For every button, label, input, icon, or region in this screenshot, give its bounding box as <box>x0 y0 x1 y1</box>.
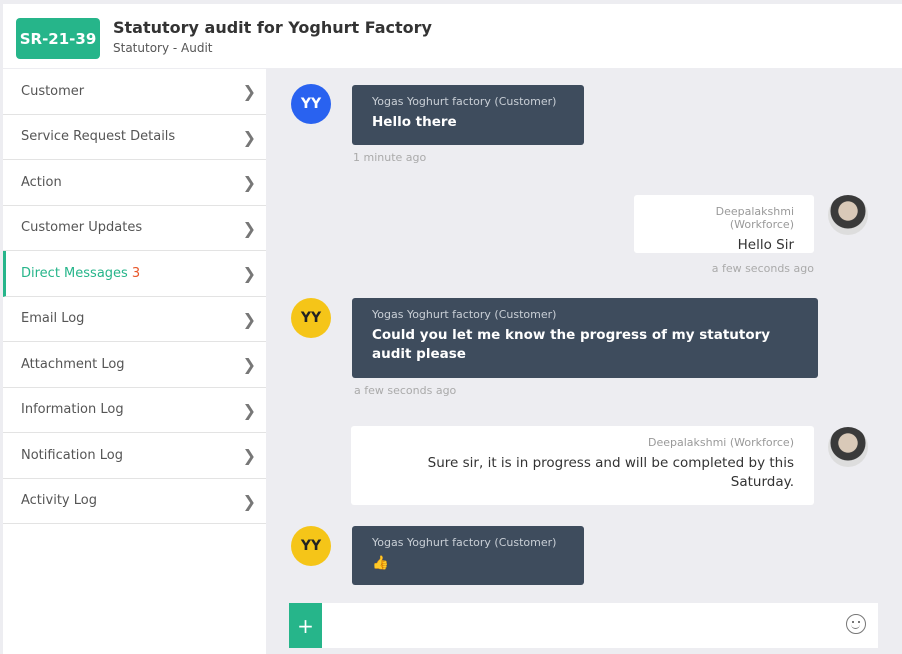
sidebar-item-service-request-details[interactable]: Service Request Details ❯ <box>3 115 266 160</box>
chevron-right-icon: ❯ <box>242 446 256 465</box>
message-bubble: Yogas Yoghurt factory (Customer) Hello t… <box>352 85 584 145</box>
message-bubble: Deepalakshmi (Workforce) Hello Sir <box>634 195 814 253</box>
add-attachment-button[interactable]: + <box>289 603 322 648</box>
sidebar-item-label: Attachment Log <box>21 356 125 372</box>
message-sender: Deepalakshmi (Workforce) <box>647 436 794 449</box>
sidebar-item-notification-log[interactable]: Notification Log ❯ <box>3 433 266 479</box>
message-bubble: Yogas Yoghurt factory (Customer) Could y… <box>352 298 818 378</box>
chevron-right-icon: ❯ <box>242 173 256 192</box>
sidebar-item-label: Direct Messages <box>21 265 128 281</box>
message-text: Hello there <box>372 114 457 130</box>
sidebar-item-label: Information Log <box>21 402 124 418</box>
avatar <box>828 195 868 235</box>
sidebar-item-information-log[interactable]: Information Log ❯ <box>3 388 266 433</box>
sidebar-item-action[interactable]: Action ❯ <box>3 160 266 206</box>
message-sender: Yogas Yoghurt factory (Customer) <box>372 95 557 108</box>
sidebar-item-label: Notification Log <box>21 447 123 463</box>
sidebar-item-attachment-log[interactable]: Attachment Log ❯ <box>3 342 266 388</box>
sidebar-item-label: Action <box>21 174 62 190</box>
sidebar-item-label: Email Log <box>21 311 85 327</box>
chevron-right-icon: ❯ <box>242 491 256 511</box>
message-time: a few seconds ago <box>354 384 457 397</box>
message-sender: Deepalakshmi (Workforce) <box>715 205 794 231</box>
chevron-right-icon: ❯ <box>242 309 256 329</box>
message-bubble: Deepalakshmi (Workforce) Sure sir, it is… <box>351 426 814 505</box>
message-sender: Yogas Yoghurt factory (Customer) <box>372 308 557 321</box>
sidebar-item-customer-updates[interactable]: Customer Updates ❯ <box>3 206 266 251</box>
message-text: Sure sir, it is in progress and will be … <box>427 455 794 490</box>
chevron-right-icon: ❯ <box>242 400 256 420</box>
message-sender: Yogas Yoghurt factory (Customer) <box>372 536 557 549</box>
message-time: a few seconds ago <box>711 262 814 275</box>
sidebar-item-label: Customer <box>21 83 85 99</box>
page-subtitle: Statutory - Audit <box>113 41 213 55</box>
chevron-right-icon: ❯ <box>242 127 256 147</box>
sidebar-item-label: Service Request Details <box>21 129 176 145</box>
message-text: 👍 <box>372 555 389 571</box>
smiley-icon[interactable] <box>846 614 866 634</box>
sidebar-item-label: Activity Log <box>21 493 97 509</box>
sidebar: Customer ❯ Service Request Details ❯ Actio… <box>3 69 266 654</box>
chevron-right-icon: ❯ <box>242 264 256 283</box>
request-id-badge: SR-21-39 <box>16 18 100 59</box>
page-title: Statutory audit for Yoghurt Factory <box>113 18 432 37</box>
sidebar-item-direct-messages[interactable]: Direct Messages 3 ❯ <box>3 251 266 297</box>
header: SR-21-39 Statutory audit for Yoghurt Fac… <box>3 4 902 68</box>
sidebar-item-customer[interactable]: Customer ❯ <box>3 69 266 115</box>
avatar <box>828 427 868 467</box>
sidebar-item-label: Customer Updates <box>21 220 143 236</box>
sidebar-item-email-log[interactable]: Email Log ❯ <box>3 297 266 342</box>
message-text: Could you let me know the progress of my… <box>372 327 771 362</box>
chevron-right-icon: ❯ <box>242 82 256 101</box>
chevron-right-icon: ❯ <box>242 218 256 238</box>
avatar: YY <box>291 526 331 566</box>
chevron-right-icon: ❯ <box>242 355 256 374</box>
avatar: YY <box>291 84 331 124</box>
unread-count-badge: 3 <box>131 265 141 281</box>
avatar: YY <box>291 298 331 338</box>
message-composer[interactable]: + <box>289 603 878 648</box>
message-time: 1 minute ago <box>353 151 427 164</box>
message-text: Hello Sir <box>737 237 794 253</box>
sidebar-item-activity-log[interactable]: Activity Log ❯ <box>3 479 266 524</box>
message-bubble: Yogas Yoghurt factory (Customer) 👍 <box>352 526 584 585</box>
